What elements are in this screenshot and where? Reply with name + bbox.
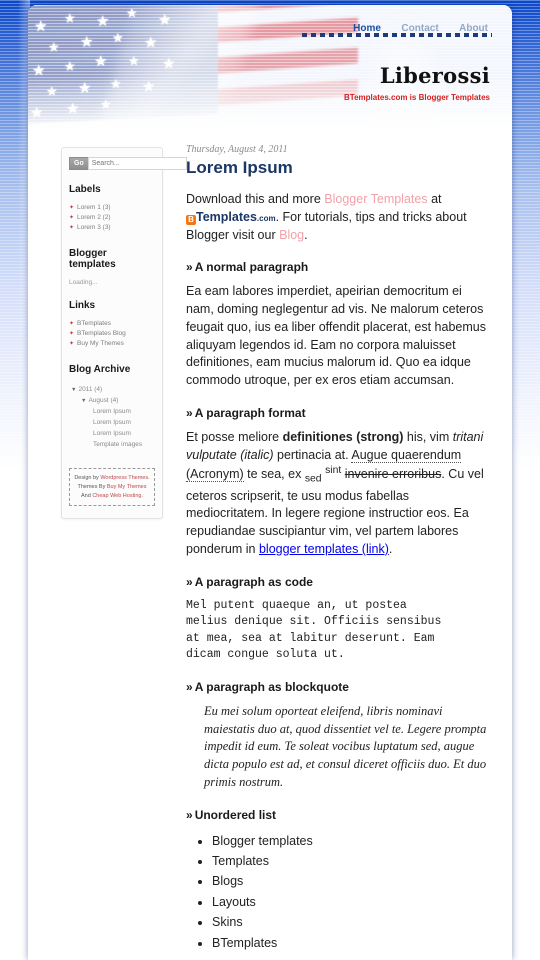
post-content: Thursday, August 4, 2011 Lorem Ipsum Dow…	[186, 144, 492, 960]
format-t3: pertinacia at.	[273, 447, 352, 462]
format-strong: definitiones (strong)	[282, 429, 404, 444]
archive-post-link[interactable]: Template images	[69, 439, 155, 450]
section-heading-label: A paragraph as blockquote	[194, 679, 349, 694]
labels-list: Lorem 1 (3) Lorem 2 (2) Lorem 3 (3)	[69, 204, 155, 234]
blog-tagline: BTemplates.com is Blogger Templates	[344, 93, 490, 102]
site-header: ★ ★ ★ ★ ★ ★ ★ ★ ★ ★ ★ ★ ★ ★ ★ ★ ★ ★ ★ ★ …	[28, 5, 512, 136]
blogger-templates-loading-status: Loading...	[69, 279, 98, 286]
format-paragraph-text: Et posse meliore definitiones (strong) h…	[186, 429, 492, 559]
guillemet-icon: »	[186, 260, 193, 275]
format-strikethrough: invenire erroribus	[344, 467, 442, 482]
list-item: BTemplates	[212, 933, 492, 953]
format-subscript: sed	[304, 473, 322, 485]
format-t2: his, vim	[403, 429, 453, 444]
list-item: Layouts	[212, 892, 492, 912]
search-form[interactable]: Go	[69, 157, 187, 170]
post-date: Thursday, August 4, 2011	[186, 144, 288, 155]
links-widget-title: Links	[69, 300, 96, 311]
nav-dashed-divider	[302, 33, 492, 37]
section-heading-paragraph-format: » A paragraph format	[186, 406, 492, 420]
list-item[interactable]: Lorem 1 (3)	[69, 204, 155, 214]
list-item[interactable]: BTemplates Blog	[69, 330, 155, 340]
guillemet-icon: »	[186, 405, 193, 420]
link-blog[interactable]: Blog	[279, 228, 304, 242]
archive-post-link[interactable]: Lorem Ipsum	[69, 406, 155, 417]
chevron-down-icon[interactable]: ▼	[71, 387, 76, 393]
search-go-button[interactable]: Go	[69, 157, 88, 170]
section-heading-paragraph-blockquote: » A paragraph as blockquote	[186, 680, 492, 694]
credits-line2-prefix: Themes By	[77, 483, 107, 490]
archive-post-link[interactable]: Lorem Ipsum	[69, 428, 155, 439]
chevron-down-icon[interactable]: ▼	[81, 398, 86, 404]
section-heading-paragraph-code: » A paragraph as code	[186, 575, 492, 589]
page-title: Lorem Ipsum	[186, 158, 293, 177]
list-item[interactable]: BTemplates	[69, 320, 155, 330]
format-t1: Et posse meliore	[186, 429, 283, 444]
site-page: ★ ★ ★ ★ ★ ★ ★ ★ ★ ★ ★ ★ ★ ★ ★ ★ ★ ★ ★ ★ …	[28, 5, 512, 960]
credits-box: Design by Wordpress Themes. Themes By Bu…	[69, 468, 155, 507]
list-item: Blogs	[212, 871, 492, 891]
blog-archive-tree: ▼ 2011 (4) ▼ August (4) Lorem Ipsum Lorem …	[69, 384, 155, 450]
intro-text-1: Download this and more	[186, 192, 325, 206]
list-item: Skins	[212, 912, 492, 932]
credits-line1-prefix: Design by	[74, 475, 101, 481]
credits-line2-suffix: .	[141, 492, 143, 499]
btemplates-b-badge-icon: B	[186, 214, 196, 225]
post-intro-paragraph: Download this and more Blogger Templates…	[186, 191, 492, 244]
blogger-templates-widget-title: Blogger templates	[69, 248, 116, 270]
link-blogger-templates-inline[interactable]: blogger templates (link)	[259, 542, 389, 556]
guillemet-icon: »	[186, 574, 193, 589]
intro-text-2: at	[427, 192, 442, 206]
format-t4: te sea, ex	[243, 467, 305, 482]
format-t8: .	[388, 541, 393, 556]
archive-month[interactable]: ▼ August (4)	[69, 395, 155, 406]
section-heading-label: A normal paragraph	[194, 260, 309, 275]
list-item: Blogger templates	[212, 831, 492, 851]
btemplates-logo[interactable]: B Templates.com	[186, 209, 276, 225]
guillemet-icon: »	[186, 679, 193, 694]
intro-text-4: .	[304, 227, 308, 242]
list-item[interactable]: Buy My Themes	[69, 340, 155, 350]
archive-year[interactable]: ▼ 2011 (4)	[69, 384, 155, 395]
credits-link-wordpress-themes[interactable]: Wordpress Themes	[100, 475, 148, 481]
credits-link-buy-my-themes[interactable]: Buy My Themes	[107, 484, 147, 490]
section-heading-label: A paragraph as code	[194, 574, 313, 589]
archive-month-label: August (4)	[88, 397, 119, 404]
section-heading-label: A paragraph format	[194, 405, 306, 420]
btemplates-logo-name: Templates	[196, 209, 257, 224]
format-superscript: sint	[325, 465, 342, 477]
link-blogger-templates[interactable]: Blogger Templates	[324, 192, 427, 206]
normal-paragraph-text: Ea eam labores imperdiet, apeirian democ…	[186, 284, 486, 387]
list-item: Templates	[212, 851, 492, 871]
credits-line2-mid: And	[81, 492, 93, 499]
btemplates-logo-tld: .com	[256, 213, 276, 223]
credits-link-cheap-web-hosting[interactable]: Cheap Web Hosting	[92, 493, 141, 499]
section-heading-unordered-list: » Unordered list	[186, 808, 492, 822]
guillemet-icon: »	[186, 807, 193, 822]
search-input[interactable]	[87, 157, 187, 170]
section-heading-label: Unordered list	[194, 807, 277, 822]
list-item[interactable]: Lorem 2 (2)	[69, 214, 155, 224]
code-block: Mel putent quaeque an, ut postea melius …	[186, 598, 442, 662]
labels-widget-title: Labels	[69, 184, 101, 195]
links-list: BTemplates BTemplates Blog Buy My Themes	[69, 320, 155, 350]
blog-title: Liberossi	[379, 63, 490, 88]
archive-year-label: 2011 (4)	[78, 386, 103, 393]
list-item[interactable]: Lorem 3 (3)	[69, 224, 155, 234]
section-heading-normal-paragraph: » A normal paragraph	[186, 260, 492, 274]
archive-post-link[interactable]: Lorem Ipsum	[69, 417, 155, 428]
blog-archive-widget-title: Blog Archive	[69, 364, 131, 375]
unordered-list: Blogger templates Templates Blogs Layout…	[186, 831, 492, 953]
credits-line1-suffix: .	[148, 475, 150, 481]
blockquote-text: Eu mei solum oporteat eleifend, libris n…	[204, 703, 487, 789]
sidebar: Go Labels Lorem 1 (3) Lorem 2 (2) Lorem …	[61, 147, 187, 520]
